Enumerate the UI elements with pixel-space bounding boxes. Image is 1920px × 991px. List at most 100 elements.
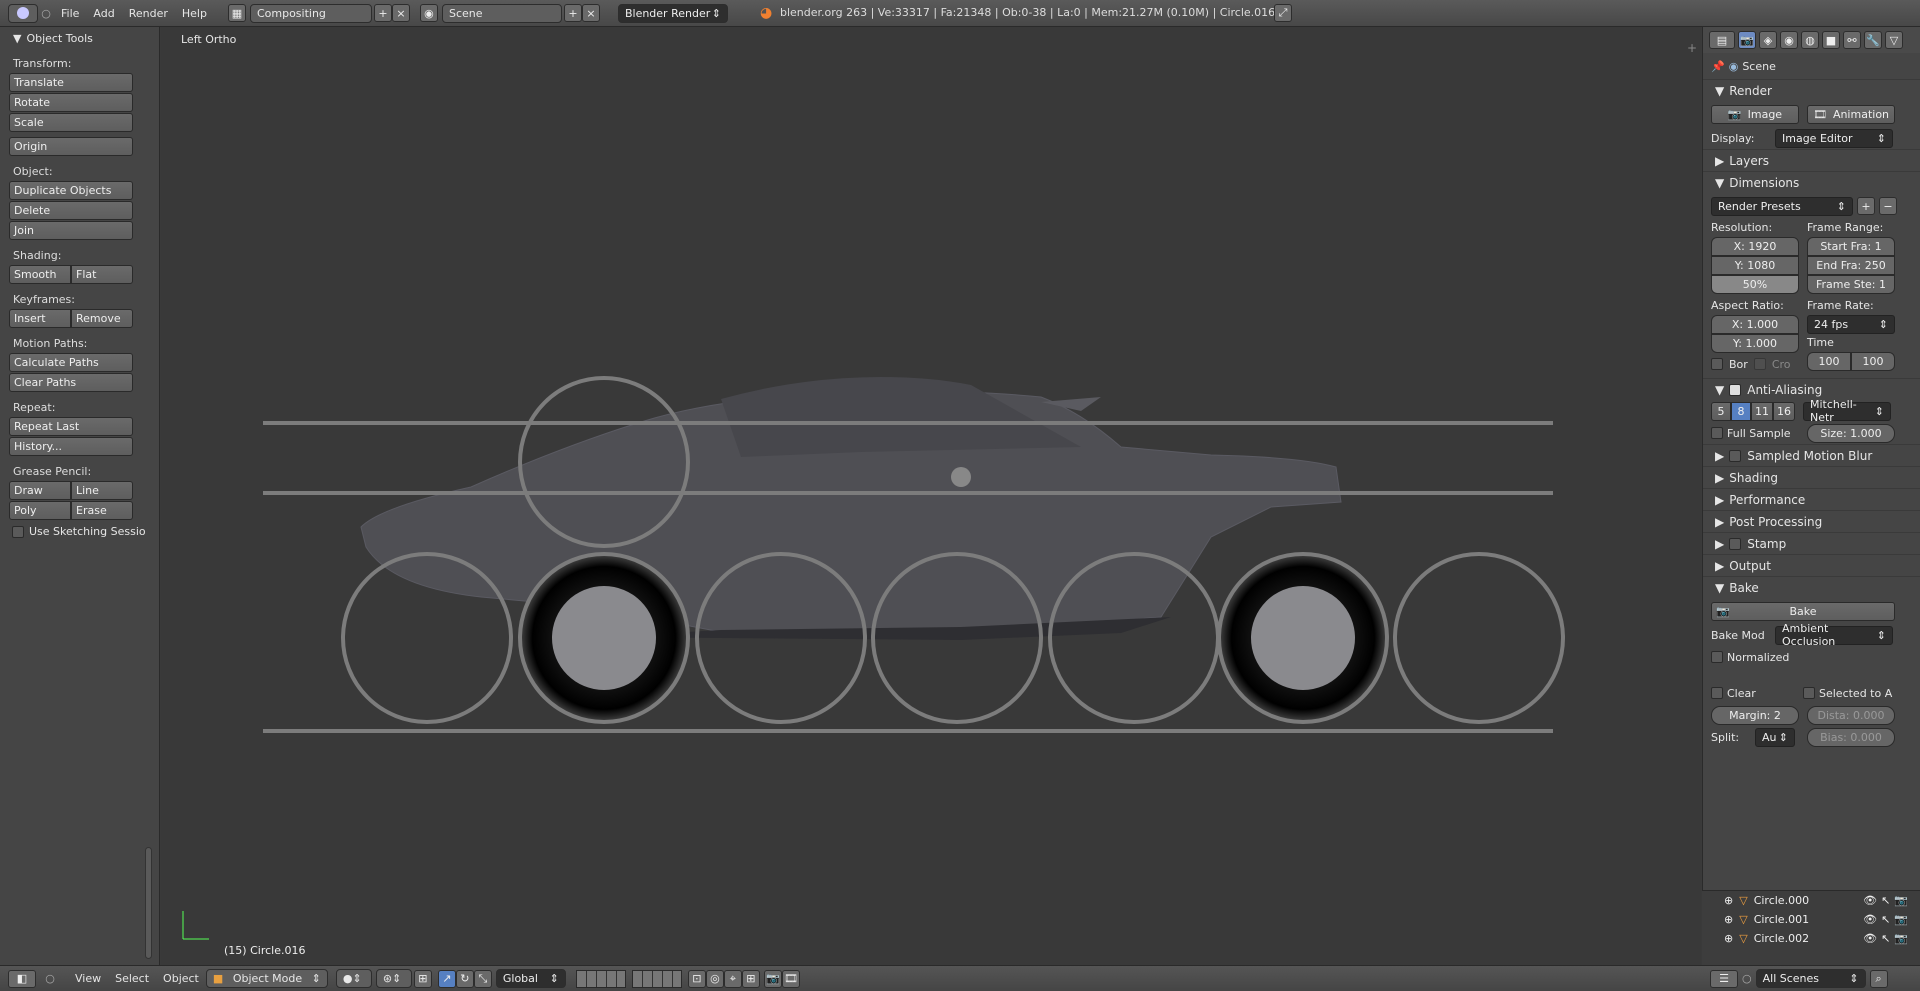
- history-button[interactable]: History...: [9, 437, 133, 456]
- border-checkbox[interactable]: [1711, 358, 1723, 370]
- aspect-x-field[interactable]: X: 1.000: [1711, 315, 1799, 334]
- insert-keyframe-button[interactable]: Insert: [9, 309, 71, 328]
- scene-field[interactable]: Scene: [441, 3, 562, 23]
- repeat-last-button[interactable]: Repeat Last: [9, 417, 133, 436]
- remap-new-field[interactable]: 100: [1851, 352, 1895, 371]
- render-presets-select[interactable]: Render Presets ⇕: [1711, 196, 1853, 216]
- menu-add[interactable]: Add: [86, 7, 121, 20]
- fps-select[interactable]: 24 fps ⇕: [1807, 315, 1895, 334]
- pin-icon[interactable]: 📌: [1711, 60, 1725, 73]
- dimensions-panel-header[interactable]: ▼ Dimensions: [1703, 171, 1920, 193]
- crop-checkbox[interactable]: [1753, 358, 1766, 370]
- layer-buttons-2[interactable]: [631, 969, 682, 988]
- menu-file[interactable]: File: [54, 7, 86, 20]
- selected-to-active-checkbox[interactable]: [1803, 687, 1815, 699]
- proportional-edit-icon[interactable]: ◎: [705, 969, 724, 988]
- rotate-manipulator-icon[interactable]: ↻: [455, 969, 474, 988]
- distance-field[interactable]: Dista: 0.000: [1807, 705, 1895, 725]
- layers-panel-header[interactable]: ▶ Layers: [1703, 149, 1920, 171]
- render-context-icon[interactable]: 📷: [1738, 31, 1756, 49]
- origin-button[interactable]: Origin: [9, 137, 133, 156]
- delete-button[interactable]: Delete: [9, 201, 133, 220]
- performance-panel-header[interactable]: ▶ Performance: [1703, 488, 1920, 510]
- sketching-session-checkbox[interactable]: [12, 525, 24, 538]
- aa-sample-5[interactable]: 5: [1711, 401, 1731, 421]
- bias-field[interactable]: Bias: 0.000: [1807, 727, 1895, 747]
- flat-button[interactable]: Flat: [71, 265, 133, 284]
- motion-blur-checkbox[interactable]: [1729, 449, 1742, 462]
- antialiasing-checkbox[interactable]: [1729, 383, 1742, 396]
- mode-select[interactable]: ■ Object Mode ⇕: [205, 969, 328, 988]
- screen-layout-field[interactable]: Compositing: [249, 3, 372, 23]
- display-select[interactable]: Image Editor ⇕: [1775, 128, 1893, 148]
- expand-icon[interactable]: ⊕: [1724, 932, 1733, 945]
- join-button[interactable]: Join: [9, 221, 133, 240]
- frame-step-field[interactable]: Frame Ste: 1: [1807, 275, 1895, 294]
- layer-buttons-1[interactable]: [575, 969, 626, 988]
- manipulator-toggle[interactable]: ⊞: [413, 969, 432, 988]
- resolution-percent-slider[interactable]: 50%: [1711, 275, 1799, 294]
- remove-preset-button[interactable]: −: [1879, 197, 1897, 215]
- data-context-icon[interactable]: ▽: [1885, 31, 1903, 49]
- world-context-icon[interactable]: ◍: [1801, 31, 1819, 49]
- shading-panel-header[interactable]: ▶ Shading: [1703, 466, 1920, 488]
- remove-keyframe-button[interactable]: Remove: [71, 309, 133, 328]
- remap-old-field[interactable]: 100: [1807, 352, 1851, 371]
- snap-element-icon[interactable]: ⊞: [741, 969, 760, 988]
- editor-type-icon[interactable]: ▤: [1709, 31, 1735, 49]
- duplicate-objects-button[interactable]: Duplicate Objects: [9, 181, 133, 200]
- menu-help[interactable]: Help: [175, 7, 214, 20]
- output-panel-header[interactable]: ▶ Output: [1703, 554, 1920, 576]
- clear-paths-button[interactable]: Clear Paths: [9, 373, 133, 392]
- end-frame-field[interactable]: End Fra: 250: [1807, 256, 1895, 275]
- menu-view[interactable]: View: [68, 972, 108, 985]
- bake-panel-header[interactable]: ▼ Bake: [1703, 576, 1920, 598]
- outliner-item[interactable]: ⊕ ▽ Circle.002 👁↖📷: [1702, 929, 1920, 948]
- screen-layout-icon[interactable]: ▦: [227, 4, 246, 22]
- outliner-item[interactable]: ⊕ ▽ Circle.001 👁↖📷: [1702, 910, 1920, 929]
- render-animation-button[interactable]: 🎞 Animation: [1807, 104, 1895, 124]
- clear-checkbox[interactable]: [1711, 687, 1723, 699]
- render-image-button[interactable]: 📷 Image: [1711, 104, 1799, 124]
- modifiers-context-icon[interactable]: 🔧: [1864, 31, 1882, 49]
- 3d-viewport[interactable]: Left Ortho (15) Circle.016 +: [161, 27, 1701, 965]
- render-panel-header[interactable]: ▼ Render: [1703, 79, 1920, 101]
- normalized-checkbox[interactable]: [1711, 651, 1723, 663]
- constraints-context-icon[interactable]: ⚯: [1843, 31, 1861, 49]
- full-sample-checkbox[interactable]: [1711, 427, 1723, 439]
- expand-icon[interactable]: ⊕: [1724, 894, 1733, 907]
- resolution-y-field[interactable]: Y: 1080: [1711, 256, 1799, 275]
- split-select[interactable]: Au ⇕: [1755, 727, 1795, 747]
- aa-sample-16[interactable]: 16: [1773, 401, 1795, 421]
- antialiasing-panel-header[interactable]: ▼ Anti-Aliasing: [1703, 378, 1920, 400]
- scale-manipulator-icon[interactable]: ⤡: [473, 969, 492, 988]
- aa-filter-select[interactable]: Mitchell-Netr ⇕: [1803, 398, 1891, 424]
- render-engine-select[interactable]: Blender Render ⇕: [617, 3, 728, 23]
- menu-object[interactable]: Object: [156, 972, 206, 985]
- visibility-icons[interactable]: 👁↖📷: [1863, 894, 1912, 907]
- translate-manipulator-icon[interactable]: ↗: [437, 969, 456, 988]
- render-animation-icon[interactable]: 🎞: [781, 969, 800, 988]
- calculate-paths-button[interactable]: Calculate Paths: [9, 353, 133, 372]
- translate-button[interactable]: Translate: [9, 73, 133, 92]
- layers-context-icon[interactable]: ◈: [1759, 31, 1777, 49]
- start-frame-field[interactable]: Start Fra: 1: [1807, 237, 1895, 256]
- stamp-panel-header[interactable]: ▶ Stamp: [1703, 532, 1920, 554]
- editor-type-button[interactable]: ◧: [8, 969, 36, 988]
- tool-shelf-scrollbar[interactable]: [145, 847, 152, 959]
- bake-mode-select[interactable]: Ambient Occlusion ⇕: [1775, 622, 1893, 648]
- collapse-menu-icon[interactable]: ○: [1742, 972, 1752, 985]
- smooth-button[interactable]: Smooth: [9, 265, 71, 284]
- visibility-icons[interactable]: 👁↖📷: [1863, 913, 1912, 926]
- delete-scene-button[interactable]: ×: [581, 4, 600, 22]
- shading-mode-select[interactable]: ●⇕: [335, 969, 372, 988]
- add-screen-button[interactable]: +: [373, 4, 392, 22]
- line-button[interactable]: Line: [71, 481, 133, 500]
- aspect-y-field[interactable]: Y: 1.000: [1711, 334, 1799, 353]
- draw-button[interactable]: Draw: [9, 481, 71, 500]
- menu-select[interactable]: Select: [108, 972, 156, 985]
- fullscreen-toggle-icon[interactable]: ⤢: [1274, 4, 1292, 22]
- split-area-icon[interactable]: +: [1687, 41, 1697, 55]
- poly-button[interactable]: Poly: [9, 501, 71, 520]
- erase-button[interactable]: Erase: [71, 501, 133, 520]
